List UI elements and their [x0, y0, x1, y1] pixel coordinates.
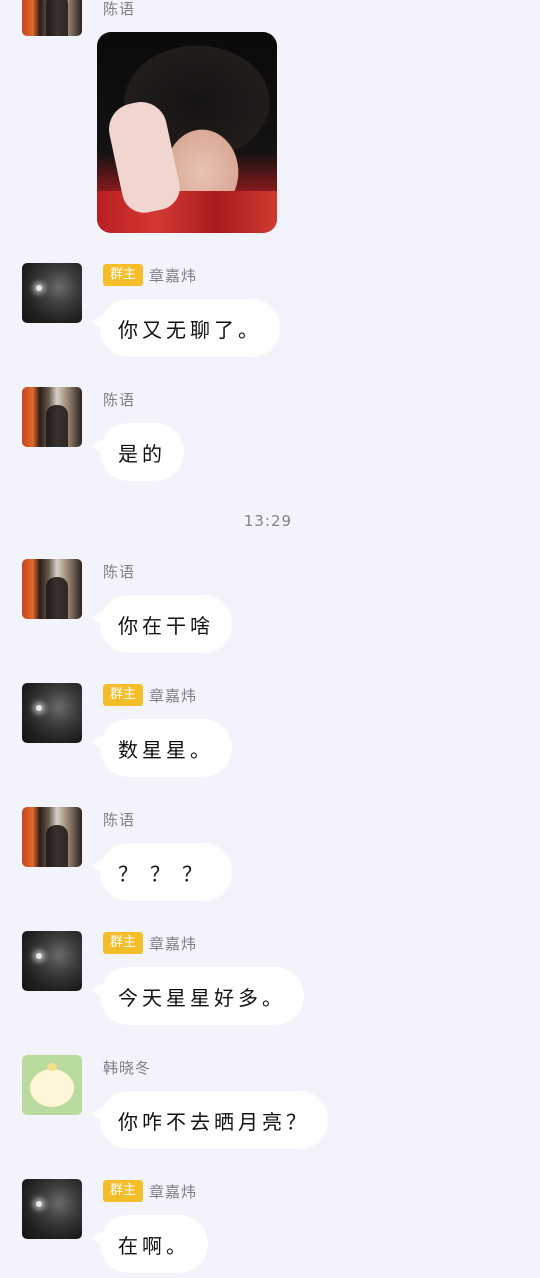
chat-message: 群主 章嘉炜 在啊。: [0, 1179, 540, 1278]
group-owner-badge: 群主: [103, 932, 144, 954]
sender-row: 群主 章嘉炜: [103, 263, 197, 287]
message-bubble[interactable]: 数星星。: [92, 719, 232, 777]
sender-row: 陈语: [103, 387, 135, 411]
message-bubble[interactable]: 你在干啥: [92, 595, 232, 653]
image-message[interactable]: [97, 32, 277, 233]
sender-name: 陈语: [103, 562, 136, 581]
chat-message: 韩晓冬 你咋不去晒月亮？: [0, 1055, 540, 1155]
avatar-hanxiaodong[interactable]: [22, 1055, 82, 1115]
sender-row: 群主 章嘉炜: [103, 931, 197, 955]
avatar-chenyu[interactable]: [22, 559, 82, 619]
sender-name: 章嘉炜: [149, 934, 198, 953]
sender-name: 章嘉炜: [149, 266, 198, 285]
sender-row: 群主 章嘉炜: [103, 1179, 197, 1203]
message-bubble[interactable]: 你咋不去晒月亮？: [92, 1091, 328, 1149]
avatar-zhangjiawei[interactable]: [22, 931, 82, 991]
avatar-zhangjiawei[interactable]: [22, 1179, 82, 1239]
sender-row: 陈语: [103, 559, 135, 583]
avatar-zhangjiawei[interactable]: [22, 683, 82, 743]
group-owner-badge: 群主: [103, 1180, 144, 1202]
sender-name: 章嘉炜: [149, 686, 198, 705]
avatar-chenyu[interactable]: [22, 807, 82, 867]
avatar-zhangjiawei[interactable]: [22, 263, 82, 323]
group-owner-badge: 群主: [103, 264, 144, 286]
chat-message: 陈语: [0, 0, 540, 236]
avatar-chenyu[interactable]: [22, 387, 82, 447]
message-bubble[interactable]: 在啊。: [92, 1215, 208, 1273]
sender-name: 韩晓冬: [103, 1058, 152, 1077]
chat-message: 陈语 是的: [0, 387, 540, 487]
sender-row: 陈语: [103, 0, 135, 20]
sender-name: 陈语: [103, 810, 136, 829]
sender-name: 陈语: [103, 390, 136, 409]
sender-name: 陈语: [103, 0, 136, 18]
chat-message: 群主 章嘉炜 今天星星好多。: [0, 931, 540, 1031]
sender-name: 章嘉炜: [149, 1182, 198, 1201]
chat-message: 陈语 ？？？: [0, 807, 540, 907]
chat-message: 陈语 你在干啥: [0, 559, 540, 659]
message-bubble[interactable]: 你又无聊了。: [92, 299, 280, 357]
message-bubble[interactable]: ？？？: [92, 843, 232, 901]
chat-message: 群主 章嘉炜 数星星。: [0, 683, 540, 783]
sender-row: 群主 章嘉炜: [103, 683, 197, 707]
message-bubble[interactable]: 今天星星好多。: [92, 967, 304, 1025]
message-bubble[interactable]: 是的: [92, 423, 184, 481]
sender-row: 陈语: [103, 807, 135, 831]
chat-message: 群主 章嘉炜 你又无聊了。: [0, 263, 540, 363]
sender-row: 韩晓冬: [103, 1055, 151, 1079]
group-owner-badge: 群主: [103, 684, 144, 706]
timestamp: 13:29: [243, 512, 293, 530]
avatar-chenyu[interactable]: [22, 0, 82, 36]
